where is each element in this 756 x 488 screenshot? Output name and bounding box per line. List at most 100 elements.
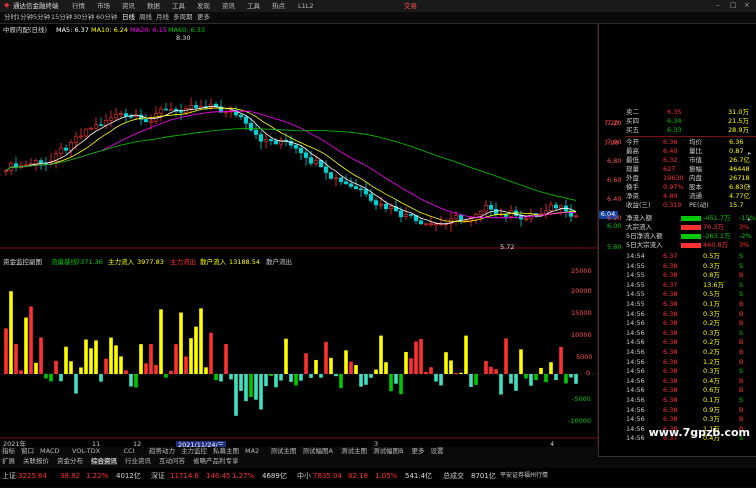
flow-bar — [549, 362, 553, 374]
tick-side: S — [739, 253, 743, 260]
stat-l1: 净资 — [626, 193, 639, 200]
period-weekly[interactable]: 周线 — [139, 14, 152, 21]
menu-zixun-2[interactable]: 资讯 — [222, 3, 235, 10]
info-tab[interactable]: 综合资讯 — [91, 458, 117, 465]
indicator-tab[interactable]: 设置 — [431, 448, 444, 455]
menu-redian[interactable]: 热点 — [272, 3, 285, 10]
candle-body — [369, 194, 373, 200]
bottom-bar: 指标窗口MACDVOL-TDXCCI趋势动力主力监控私募主图MA2测试主图测试幅… — [0, 456, 756, 488]
info-tab[interactable]: 省略产品利专享 — [193, 458, 239, 465]
tick-price: 6.38 — [663, 378, 677, 385]
candle-body — [329, 173, 333, 179]
period-5min[interactable]: 5分钟 — [33, 14, 50, 21]
tick-row: 14:546.370.5万S — [625, 252, 756, 261]
indicator-tab[interactable]: MACD — [40, 448, 59, 455]
indicator-tab[interactable]: CCI — [124, 448, 135, 455]
menu-faxian[interactable]: 发现 — [197, 3, 210, 10]
candle-body — [119, 114, 123, 115]
period-15min[interactable]: 15分钟 — [51, 14, 72, 21]
tick-price: 6.37 — [663, 253, 677, 260]
menu-shichang[interactable]: 市场 — [97, 3, 110, 10]
index-pct: 1.05% — [375, 473, 397, 480]
kline-chart-area[interactable]: 中原内配(日线) MA5: 6.37 MA10: 6.24 MA20: 6.15… — [0, 24, 598, 456]
index-name[interactable]: 中小 — [297, 473, 311, 480]
flow-bar — [204, 367, 208, 374]
menu-gongju[interactable]: 工具 — [172, 3, 185, 10]
tick-volume: 0.5万 — [703, 253, 720, 260]
flow-bar — [194, 327, 198, 374]
flow-bar — [559, 347, 563, 374]
flow-row: 5日净流入额-263.1万-2% — [625, 232, 756, 241]
menu-gongju-2[interactable]: 工具 — [247, 3, 260, 10]
stat-row: 今开6.36均价6.36 — [625, 138, 756, 147]
candle-body — [389, 207, 393, 209]
indicator-tab[interactable]: 私募主图 — [213, 448, 239, 455]
index-name[interactable]: 深证 — [151, 473, 165, 480]
menu-zixun[interactable]: 资讯 — [122, 3, 135, 10]
candle-body — [59, 148, 63, 154]
indicator-tab[interactable]: 测试主图 — [271, 448, 297, 455]
flow-bar — [49, 374, 53, 381]
flow-bar — [39, 337, 43, 374]
tick-time: 14:55 — [626, 291, 645, 298]
indicator-tab[interactable]: 更多 — [412, 448, 425, 455]
info-tab[interactable]: 互动问答 — [159, 458, 185, 465]
flow-bar — [114, 345, 118, 374]
indicator-tab[interactable]: 测试幅图A — [303, 448, 333, 455]
flow-value: -451.7万 — [703, 215, 730, 222]
flow-bar — [164, 374, 168, 378]
menu-shuju[interactable]: 数据 — [147, 3, 160, 10]
quote-panel: 7.20 7.00 6.80 6.60 6.40 6.20 6.00 5.80 … — [598, 24, 756, 456]
period-multi[interactable]: 多周期 — [173, 14, 193, 21]
indicator-tab[interactable]: 指标 — [2, 448, 15, 455]
flow-bar — [54, 361, 58, 374]
indicator-tab[interactable]: 测试主图 — [341, 448, 367, 455]
tick-side: S — [739, 263, 743, 270]
info-tab[interactable]: 资金分布 — [57, 458, 83, 465]
flow-bar — [99, 374, 103, 382]
flow-bar — [299, 374, 303, 381]
period-daily[interactable]: 日线 — [122, 14, 135, 21]
menu-l1l2[interactable]: L1L2 — [298, 3, 314, 10]
flow-bar — [574, 374, 578, 384]
minimize-icon[interactable]: – — [716, 2, 720, 9]
menu-trade[interactable]: 交易 — [404, 3, 417, 10]
flow-bar — [681, 225, 701, 230]
side-toggle-icon[interactable]: ▸ — [748, 184, 751, 190]
indicator-tab[interactable]: 测试幅图B — [373, 448, 403, 455]
indicator-tab[interactable]: 主力监控 — [181, 448, 207, 455]
stat-l2: 量比 — [689, 148, 702, 155]
indicator-tab[interactable]: 窗口 — [21, 448, 34, 455]
index-name[interactable]: 上证 — [2, 473, 16, 480]
side-toggle-icon[interactable]: ▸ — [748, 151, 751, 157]
period-1min[interactable]: 1分钟 — [16, 14, 33, 21]
period-monthly[interactable]: 月线 — [156, 14, 169, 21]
flow-bar — [289, 374, 293, 382]
info-tab[interactable]: 扩展 — [2, 458, 15, 465]
flow-bar — [189, 338, 193, 374]
stat-l2: 均价 — [689, 139, 702, 146]
indicator-tab[interactable]: 趋势动力 — [149, 448, 175, 455]
period-30min[interactable]: 30分钟 — [73, 14, 94, 21]
period-60min[interactable]: 60分钟 — [96, 14, 117, 21]
info-tab[interactable]: 关联报价 — [23, 458, 49, 465]
menu-hangqing[interactable]: 行情 — [72, 3, 85, 10]
app-logo-icon: ◆ — [4, 2, 9, 9]
flow-bar — [494, 369, 498, 374]
side-toggle-icon[interactable]: ▸ — [748, 217, 751, 223]
flow-bar — [109, 338, 113, 374]
indicator-tab[interactable]: MA2 — [245, 448, 259, 455]
period-more[interactable]: 更多 — [197, 14, 210, 21]
ma60-legend: MA60: 6.33 — [168, 27, 205, 34]
info-tab[interactable]: 行业资讯 — [125, 458, 151, 465]
flow-bar — [59, 374, 63, 381]
indicator-tab[interactable]: VOL-TDX — [72, 448, 100, 455]
flow-bar — [29, 306, 33, 374]
close-icon[interactable]: × — [744, 2, 750, 9]
price-axis-label: 5.80 — [607, 244, 621, 251]
ma20-line — [6, 111, 576, 218]
maximize-icon[interactable]: □ — [730, 2, 737, 9]
flow-bar — [489, 367, 493, 374]
stat-v2: 6.36 — [729, 139, 743, 146]
tick-time: 14:56 — [626, 368, 645, 375]
